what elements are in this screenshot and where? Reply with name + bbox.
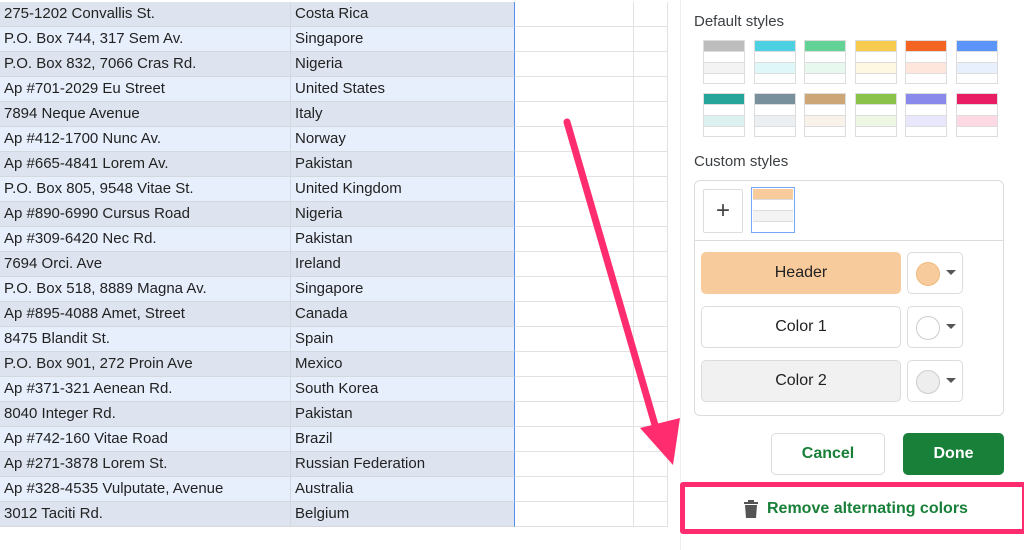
arrow-shaft — [563, 118, 659, 429]
annotation-arrow — [563, 118, 680, 465]
arrow-head-icon — [640, 418, 680, 465]
